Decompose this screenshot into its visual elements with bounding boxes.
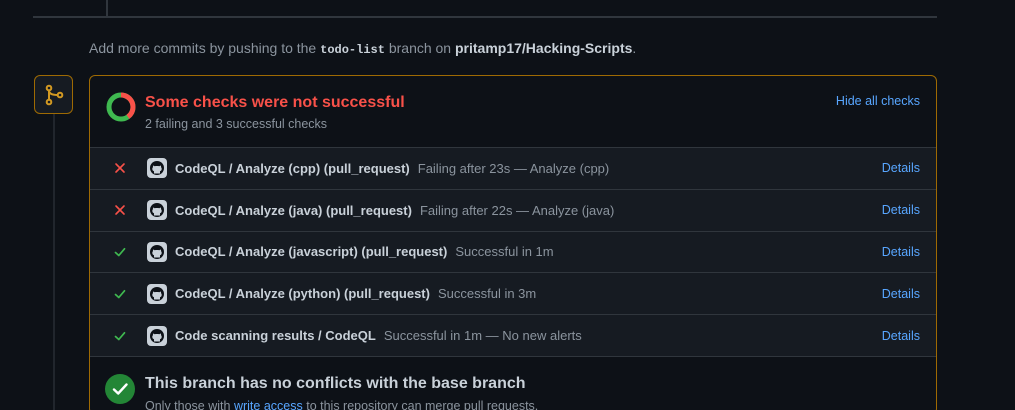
merge-sub-prefix: Only those with [145, 398, 231, 410]
check-description: Successful in 3m [437, 286, 537, 302]
check-row: Code scanning results / CodeQL Successful… [90, 315, 936, 357]
hide-all-checks-button[interactable]: Hide all checks [836, 94, 920, 108]
check-description: Failing after 22s — Analyze (java) [419, 202, 615, 218]
check-row: CodeQL / Analyze (java) (pull_request) Fa… [90, 189, 936, 232]
hint-suffix: . [632, 40, 637, 56]
checks-status-donut-icon [106, 92, 136, 122]
push-hint: Add more commits by pushing to the todo-… [89, 40, 636, 57]
check-icon [114, 289, 126, 299]
check-circle-icon [105, 373, 135, 404]
github-actions-icon [147, 325, 167, 346]
merge-status-title: This branch has no conflicts with the ba… [145, 374, 526, 392]
check-details-link[interactable]: Details [882, 245, 920, 259]
check-description: Failing after 23s — Analyze (cpp) [417, 160, 610, 176]
timeline-divider [33, 16, 937, 18]
check-text: CodeQL / Analyze (cpp) (pull_request) Fai… [175, 161, 609, 176]
hint-middle: branch on [388, 40, 452, 56]
github-actions-icon [147, 241, 167, 262]
x-icon [115, 205, 125, 215]
check-details-link[interactable]: Details [882, 329, 920, 343]
merge-box: Some checks were not successful 2 failin… [89, 75, 937, 410]
check-row: CodeQL / Analyze (cpp) (pull_request) Fai… [90, 148, 936, 190]
check-name: CodeQL / Analyze (java) (pull_request) [175, 202, 412, 218]
merge-sub-suffix: to this repository can merge pull reques… [306, 398, 539, 410]
check-name: Code scanning results / CodeQL [175, 328, 376, 344]
checks-list: CodeQL / Analyze (cpp) (pull_request) Fai… [90, 148, 936, 357]
timeline-line [53, 112, 55, 410]
check-row: CodeQL / Analyze (python) (pull_request)… [90, 273, 936, 316]
check-description: Successful in 1m — No new alerts [383, 328, 582, 344]
merge-status: This branch has no conflicts with the ba… [90, 357, 936, 410]
hint-prefix: Add more commits by pushing to the [89, 40, 317, 56]
check-text: CodeQL / Analyze (java) (pull_request) Fa… [175, 203, 614, 218]
github-actions-icon [147, 283, 167, 304]
check-row: CodeQL / Analyze (javascript) (pull_requ… [90, 231, 936, 274]
check-icon [114, 331, 126, 340]
checks-summary: Some checks were not successful 2 failin… [90, 76, 936, 148]
check-name: CodeQL / Analyze (cpp) (pull_request) [175, 160, 410, 176]
timeline-connector-top [106, 0, 108, 16]
write-access-link[interactable]: write access [234, 399, 303, 410]
check-text: Code scanning results / CodeQL Successful… [175, 328, 582, 343]
check-name: CodeQL / Analyze (python) (pull_request) [175, 286, 430, 302]
x-icon [115, 163, 125, 174]
repo-name: pritamp17/Hacking-Scripts [455, 40, 633, 56]
check-details-link[interactable]: Details [882, 203, 920, 217]
git-merge-icon [34, 75, 73, 114]
github-actions-icon [147, 200, 167, 221]
check-name: CodeQL / Analyze (javascript) (pull_requ… [175, 244, 448, 260]
check-text: CodeQL / Analyze (python) (pull_request)… [175, 286, 536, 301]
merge-status-subtitle: Only those with write access to this rep… [145, 399, 538, 410]
checks-status-subtitle: 2 failing and 3 successful checks [145, 117, 328, 131]
checks-status-title: Some checks were not successful [145, 94, 405, 111]
check-text: CodeQL / Analyze (javascript) (pull_requ… [175, 244, 554, 259]
branch-name: todo-list [320, 43, 385, 57]
check-icon [114, 247, 126, 257]
check-description: Successful in 1m [455, 244, 554, 260]
github-actions-icon [147, 158, 167, 179]
check-details-link[interactable]: Details [882, 161, 920, 175]
check-details-link[interactable]: Details [882, 287, 920, 301]
